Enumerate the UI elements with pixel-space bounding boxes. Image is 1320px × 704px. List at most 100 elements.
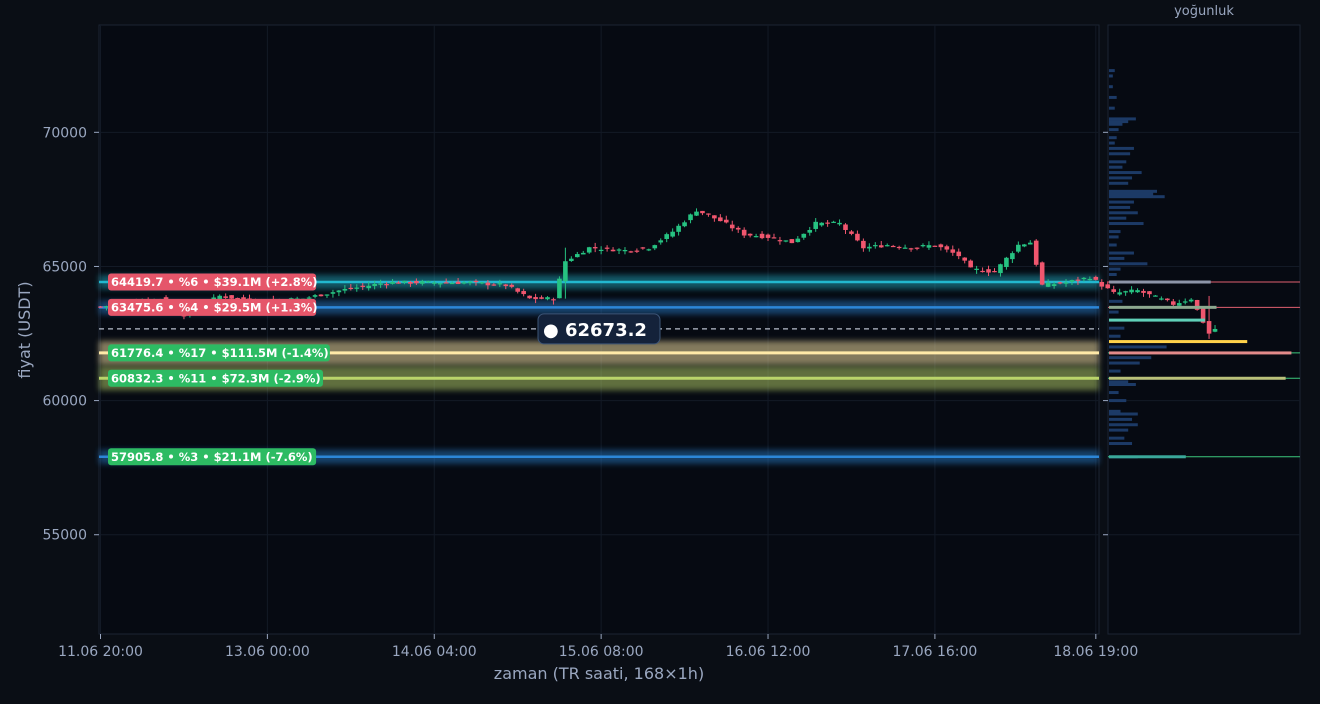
candle-body: [932, 245, 938, 247]
candle-body: [664, 234, 669, 239]
chart-root: 64419.7 • %6 • $39.1M (+2.8%) 63475.6 • %…: [15, 4, 1301, 683]
candle-body: [759, 233, 765, 239]
candle-body: [461, 282, 467, 284]
level-label-text: 57905.8 • %3 • $21.1M (-7.6%): [111, 450, 313, 464]
density-plot-area: [1107, 24, 1301, 635]
candle-body: [1087, 278, 1093, 281]
candle-body: [580, 252, 586, 255]
candle-body: [861, 240, 866, 249]
candle-body: [646, 249, 652, 251]
density-bar: [1109, 251, 1134, 255]
density-bar: [1109, 391, 1119, 395]
density-level-bar: [1109, 305, 1217, 309]
candle-body: [336, 290, 342, 293]
candle-body: [902, 247, 908, 249]
level-label-text: 61776.4 • %17 • $111.5M (-1.4%): [111, 346, 329, 360]
candle-body: [598, 249, 604, 252]
candle-body: [1188, 299, 1194, 302]
candle-body: [396, 282, 401, 284]
candle-body: [1033, 240, 1039, 265]
density-bar: [1109, 171, 1142, 175]
candle-body: [777, 240, 783, 242]
candle-body: [968, 260, 973, 268]
candle-body: [1123, 291, 1128, 293]
candle-body: [455, 281, 461, 284]
density-bar: [1109, 195, 1165, 199]
candle-body: [873, 245, 878, 247]
density-bar: [1109, 176, 1133, 180]
candle-body: [449, 282, 455, 285]
candle-body: [533, 297, 538, 300]
density-bar: [1109, 243, 1117, 247]
candle-body: [1129, 289, 1134, 293]
candle-body: [384, 284, 389, 286]
candle-body: [426, 281, 431, 283]
candle-body: [992, 271, 997, 273]
candle-body: [1045, 282, 1051, 287]
x-tick-label: 17.06 16:00: [892, 644, 977, 660]
density-bar: [1109, 436, 1125, 440]
candle-body: [390, 281, 395, 284]
candle-body: [431, 282, 437, 284]
candle-body: [855, 233, 860, 241]
candle-body: [1111, 289, 1116, 292]
density-bar: [1109, 399, 1127, 403]
candle-body: [878, 245, 884, 248]
density-bar: [1109, 136, 1117, 140]
candle-body: [318, 294, 324, 297]
density-bar: [1109, 345, 1167, 349]
density-bar: [1109, 428, 1129, 432]
density-bar: [1109, 128, 1119, 132]
level-label-text: 64419.7 • %6 • $39.1M (+2.8%): [111, 275, 317, 289]
candle-body: [348, 287, 354, 290]
candle-body: [944, 246, 950, 250]
x-tick-label: 15.06 08:00: [559, 644, 644, 660]
x-tick-label: 13.06 00:00: [225, 644, 310, 660]
candle-body: [998, 264, 1003, 274]
candle-body: [312, 295, 318, 297]
candle-body: [652, 245, 658, 249]
candle-body: [724, 219, 729, 223]
candle-body: [592, 247, 598, 249]
density-level-bar: [1109, 280, 1211, 284]
candle-body: [539, 297, 544, 299]
density-bar: [1109, 141, 1115, 145]
candle-body: [1069, 280, 1075, 282]
density-bar: [1109, 361, 1140, 365]
candle-body: [509, 284, 515, 287]
candle-body: [837, 222, 842, 225]
y-tick-label: 55000: [42, 528, 87, 544]
candle-body: [1063, 282, 1069, 284]
candle-body: [1165, 298, 1170, 301]
candle-body: [974, 268, 979, 270]
candle-body: [437, 283, 443, 285]
level-label-text: 60832.3 • %11 • $72.3M (-2.9%): [111, 371, 321, 385]
x-tick-label: 18.06 19:00: [1053, 644, 1138, 660]
density-bar: [1109, 235, 1119, 239]
candle-body: [1206, 321, 1212, 334]
candle-body: [712, 215, 717, 219]
candle-body: [1141, 290, 1146, 293]
candle-body: [783, 240, 789, 242]
candle-body: [640, 247, 646, 249]
density-bar: [1109, 205, 1131, 209]
current-price-badge: ● 62673.2: [537, 313, 661, 345]
y-tick-label: 65000: [42, 259, 87, 275]
density-bar: [1109, 152, 1131, 156]
density-bar: [1109, 181, 1129, 185]
density-level-bar: [1109, 455, 1186, 459]
density-bar: [1109, 262, 1148, 266]
candle-body: [378, 283, 383, 285]
candle-body: [330, 292, 336, 294]
candle-body: [1182, 301, 1188, 303]
candle-body: [676, 225, 681, 232]
candle-body: [956, 251, 962, 257]
candle-body: [1075, 279, 1081, 281]
candle-body: [962, 257, 967, 261]
candle-body: [551, 299, 556, 301]
candle-body: [1051, 284, 1057, 287]
density-bar: [1109, 442, 1133, 446]
density-bar: [1109, 417, 1133, 421]
candle-body: [586, 247, 592, 253]
candle-body: [1105, 284, 1111, 289]
